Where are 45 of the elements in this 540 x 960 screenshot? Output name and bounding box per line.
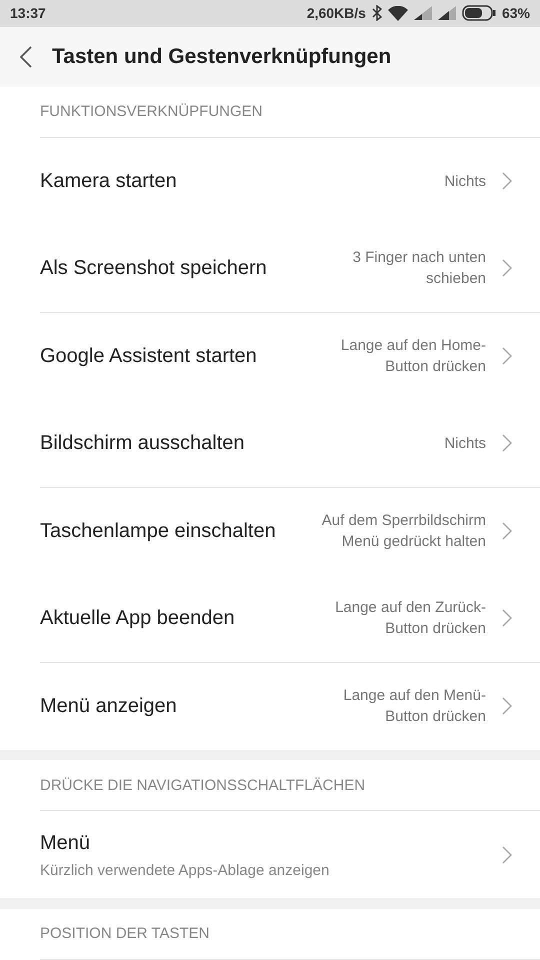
setting-label: Kamera starten [40, 169, 178, 194]
back-icon[interactable] [20, 46, 32, 68]
setting-value: Nichts [444, 434, 486, 454]
chevron-right-icon [502, 259, 512, 278]
chevron-right-icon [502, 609, 512, 628]
setting-label: Menü [40, 831, 92, 856]
battery-icon [462, 5, 496, 22]
chevron-right-icon [502, 172, 512, 190]
status-time: 13:37 [10, 5, 46, 22]
chevron-right-icon [502, 522, 512, 540]
setting-value: Auf dem Sperrbildschirm Menü gedrückt halten [320, 511, 486, 552]
wifi-icon [388, 6, 408, 21]
settings-row[interactable]: Kamera starten Nichts [40, 138, 540, 225]
chevron-right-icon [502, 434, 512, 452]
chevron-right-icon [502, 846, 512, 864]
setting-value: Lange auf den Home-Button drücken [340, 336, 486, 378]
signal-icon [438, 6, 456, 20]
setting-label: Menü anzeigen [40, 694, 178, 720]
settings-row[interactable]: Menü anzeigen Lange auf den Menü-Button drücken [40, 662, 540, 750]
section-title: DRÜCKE DIE NAVIGATIONSSCHALTFLÄCHEN [40, 760, 540, 812]
bluetooth-icon [372, 5, 382, 22]
setting-description: Kürzlich verwendete Apps-Ablage anzeigen [40, 862, 330, 880]
section-title: FUNKTIONSVERKNÜPFUNGEN [40, 86, 540, 138]
signal-icon [414, 6, 432, 20]
chevron-right-icon [502, 347, 512, 366]
settings-row[interactable]: Als Screenshot speichern 3 Finger nach unten schieben [40, 224, 540, 313]
settings-row[interactable]: Bildschirm ausschalten Nichts [40, 400, 540, 488]
setting-value: Nichts [444, 172, 486, 192]
settings-row[interactable]: Menü Kürzlich verwendete Apps-Ablage anzeigen [40, 811, 540, 898]
page-title: Tasten und Gestenverknüpfungen [52, 44, 392, 69]
setting-value: 3 Finger nach unten schieben [352, 248, 486, 290]
section-title: POSITION DER TASTEN [40, 908, 540, 960]
setting-value: Lange auf den Zurück-Button drücken [334, 598, 486, 640]
setting-value: Lange auf den Menü-Button drücken [342, 686, 486, 728]
setting-label: Google Assistent starten [40, 344, 258, 370]
network-speed: 2,60KB/s [306, 5, 366, 22]
settings-row[interactable]: Aktuelle App beenden Lange auf den Zurück-Button drücken [40, 574, 540, 663]
setting-label: Taschenlampe einschalten [40, 519, 277, 544]
setting-label: Bildschirm ausschalten [40, 431, 246, 456]
battery-percent: 63% [502, 5, 530, 22]
settings-row[interactable]: Google Assistent starten Lange auf den Home-Button drücken [40, 312, 540, 400]
chevron-right-icon [502, 697, 512, 716]
settings-row[interactable]: Taschenlampe einschalten Auf dem Sperrbildschirm Menü gedrückt halten [40, 488, 540, 575]
setting-label: Aktuelle App beenden [40, 606, 236, 632]
setting-label: Als Screenshot speichern [40, 256, 268, 282]
